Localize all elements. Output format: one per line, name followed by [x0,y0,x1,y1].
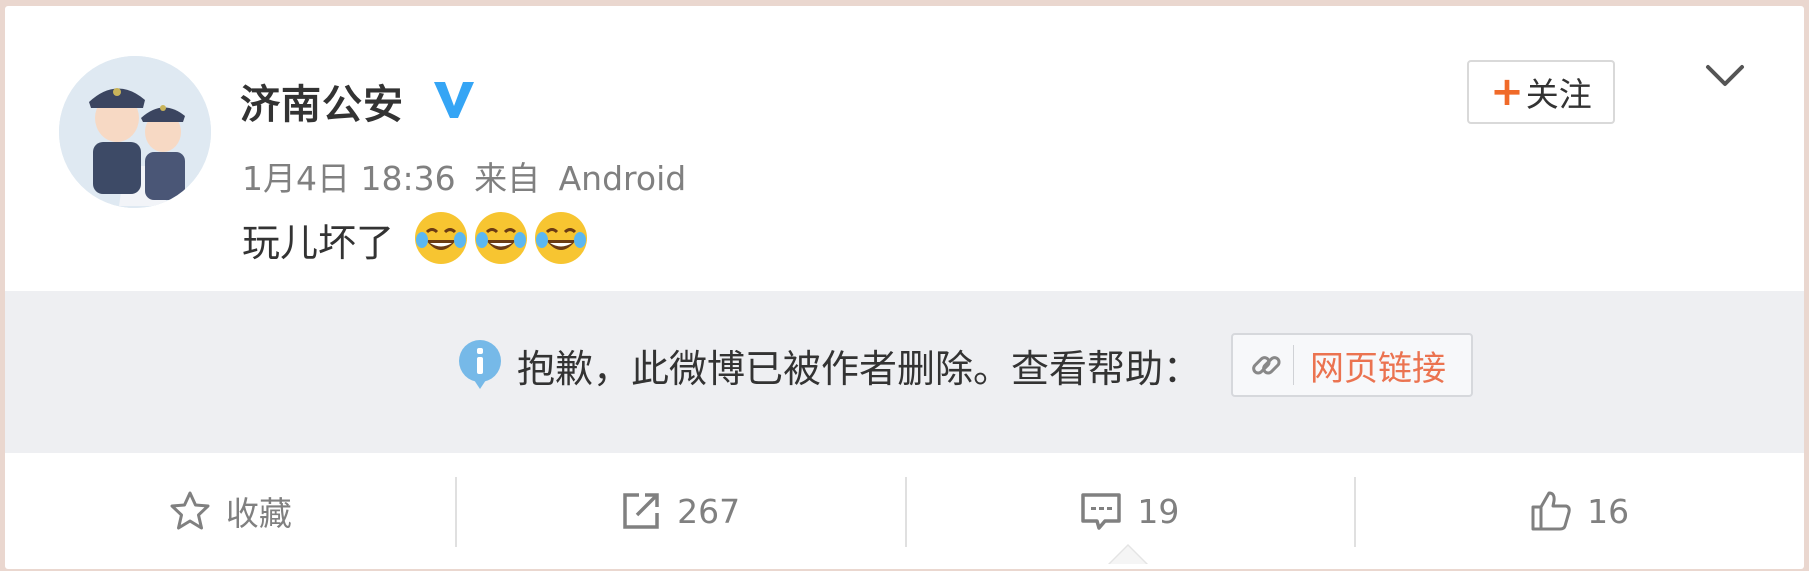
favorite-button[interactable]: 收藏 [5,453,455,569]
username[interactable]: 济南公安 [240,72,404,130]
crying-laughing-emoji-icon [535,212,587,264]
follow-button[interactable]: + 关注 [1467,60,1615,124]
like-count: 16 [1587,491,1630,531]
post-text: 玩儿坏了 [242,221,395,265]
web-link-label: 网页链接 [1310,348,1447,389]
repost-count: 267 [677,491,741,531]
comment-count: 19 [1137,491,1180,531]
action-bar: 收藏 267 19 16 [5,453,1804,569]
comment-caret [1108,544,1148,564]
repost-button[interactable]: 267 [454,453,905,569]
favorite-label: 收藏 [225,494,292,533]
crying-laughing-emoji-icon [475,212,527,264]
avatar[interactable] [59,56,211,208]
crying-laughing-emoji-icon [415,212,467,264]
source-prefix: 来自 [474,159,541,198]
deleted-message: 抱歉，此微博已被作者删除。查看帮助： [517,346,1202,391]
web-link-button[interactable]: 网页链接 [1231,333,1474,397]
info-icon [459,340,501,389]
verified-badge-icon [430,76,478,122]
share-icon [623,493,659,529]
post-source: Android [558,159,687,198]
post-meta: 1月4日 18:36 来自 Android [242,152,694,200]
plus-icon: + [1490,69,1524,115]
thumbs-up-icon [1531,491,1571,531]
deleted-notice: 抱歉，此微博已被作者删除。查看帮助： 网页链接 [5,291,1804,453]
comment-icon [1081,493,1122,530]
post-date[interactable]: 1月4日 18:36 [242,159,456,198]
avatar-image [59,56,211,208]
emoji-group [413,210,589,266]
like-button[interactable]: 16 [1354,453,1804,569]
follow-label: 关注 [1525,75,1592,114]
chevron-down-icon[interactable] [1704,62,1746,90]
star-icon [170,491,210,530]
link-icon [1239,345,1295,385]
